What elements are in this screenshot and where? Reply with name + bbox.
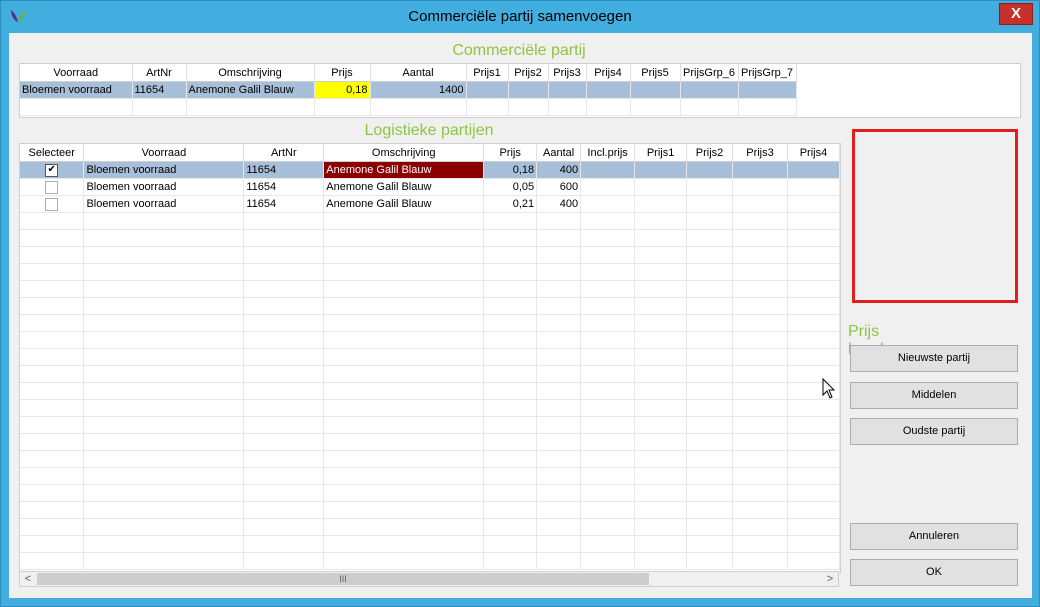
logistic-grid: Selecteer Voorraad ArtNr Omschrijving Prijs A… <box>19 143 841 573</box>
cell-omschrijving: Anemone Galil Blauw <box>323 195 485 213</box>
cancel-button[interactable]: Annuleren <box>850 523 1018 550</box>
commercial-grid: Voorraad ArtNr Omschrijving Prijs Aantal Prij… <box>19 63 1021 118</box>
cell-prijs: 0,18 <box>483 161 538 179</box>
cell-omschrijving: Anemone Galil Blauw <box>323 161 485 179</box>
logistic-row[interactable]: Bloemen voorraad 11654 Anemone Galil Blauw… <box>20 178 840 196</box>
logistic-column-header[interactable]: Aantal <box>536 144 582 162</box>
logistic-empty-row <box>20 484 840 502</box>
logistic-column-header[interactable]: Prijs <box>483 144 538 162</box>
logistic-column-header[interactable]: Prijs3 <box>732 144 788 162</box>
logistic-column-header[interactable]: Prijs4 <box>787 144 840 162</box>
scroll-left-arrow-icon[interactable]: < <box>20 572 36 586</box>
commercial-column-header[interactable]: Prijs4 <box>586 64 631 82</box>
logistic-row[interactable]: Bloemen voorraad 11654 Anemone Galil Blauw… <box>20 195 840 213</box>
commercial-column-header[interactable]: Prijs1 <box>466 64 509 82</box>
commercial-column-header[interactable]: Prijs3 <box>548 64 587 82</box>
logistic-column-header[interactable]: Voorraad <box>83 144 245 162</box>
cell-prijs: 0,21 <box>483 195 538 213</box>
commercial-column-header[interactable]: Prijs5 <box>630 64 681 82</box>
logistic-empty-row <box>20 501 840 519</box>
logistic-empty-row <box>20 212 840 230</box>
logistic-section-title: Logistieke partijen <box>364 122 494 139</box>
logistic-empty-row <box>20 399 840 417</box>
logistic-empty-row <box>20 263 840 281</box>
logistic-empty-row <box>20 331 840 349</box>
select-checkbox[interactable]: ✔ <box>45 163 59 177</box>
logistic-empty-row <box>20 416 840 434</box>
logistic-empty-row <box>20 535 840 553</box>
commercial-column-header[interactable]: Omschrijving <box>186 64 315 82</box>
logistic-column-header[interactable]: Omschrijving <box>323 144 485 162</box>
logistic-column-header[interactable]: ArtNr <box>243 144 325 162</box>
cell-aantal: 400 <box>536 161 582 179</box>
commercial-column-header[interactable]: Prijs <box>314 64 371 82</box>
logistic-empty-row <box>20 433 840 451</box>
cell-prijs[interactable]: 0,18 <box>314 81 371 99</box>
cell-voorraad: Bloemen voorraad <box>83 161 245 179</box>
cell-artnr: 11654 <box>243 195 325 213</box>
dialog-window: Commerciële partij samenvoegen X Commerc… <box>0 0 1040 607</box>
logistic-empty-row <box>20 229 840 247</box>
logistic-empty-row <box>20 297 840 315</box>
commercial-row[interactable]: Bloemen voorraad 11654 Anemone Galil Bla… <box>20 81 797 99</box>
commercial-column-header[interactable]: PrijsGrp_7 <box>738 64 797 82</box>
logistic-empty-row <box>20 348 840 366</box>
cell-voorraad: Bloemen voorraad <box>20 81 133 99</box>
cell-aantal: 400 <box>536 195 582 213</box>
logistic-empty-row <box>20 314 840 332</box>
commercial-column-header[interactable]: ArtNr <box>132 64 187 82</box>
ok-button[interactable]: OK <box>850 559 1018 586</box>
logistic-empty-row <box>20 280 840 298</box>
cell-prijs: 0,05 <box>483 178 538 196</box>
select-checkbox[interactable] <box>45 180 59 194</box>
cell-artnr: 11654 <box>132 81 187 99</box>
cell-aantal: 1400 <box>370 81 467 99</box>
logistic-column-header[interactable]: Incl.prijs <box>580 144 636 162</box>
logistic-empty-row <box>20 552 840 570</box>
commercial-column-header[interactable]: PrijsGrp_6 <box>680 64 739 82</box>
commercial-section-title: Commerciële partij <box>452 42 586 59</box>
average-button[interactable]: Middelen <box>850 382 1018 409</box>
logistic-column-header[interactable]: Selecteer <box>20 144 85 162</box>
newest-batch-button[interactable]: Nieuwste partij <box>850 345 1018 372</box>
commercial-empty-row <box>20 98 797 116</box>
logistic-empty-row <box>20 467 840 485</box>
oldest-batch-button[interactable]: Oudste partij <box>850 418 1018 445</box>
logistic-column-header[interactable]: Prijs2 <box>686 144 734 162</box>
commercial-column-header[interactable]: Aantal <box>370 64 467 82</box>
commercial-column-header[interactable]: Prijs2 <box>508 64 549 82</box>
select-checkbox[interactable] <box>45 197 59 211</box>
logistic-empty-row <box>20 365 840 383</box>
scroll-right-arrow-icon[interactable]: > <box>822 572 838 586</box>
logistic-row[interactable]: ✔ Bloemen voorraad 11654 Anemone Galil Blau… <box>20 161 840 179</box>
cell-aantal: 600 <box>536 178 582 196</box>
cell-voorraad: Bloemen voorraad <box>83 178 245 196</box>
scrollbar-thumb[interactable]: III <box>37 573 649 585</box>
highlight-frame <box>852 129 1018 303</box>
logistic-column-header[interactable]: Prijs1 <box>634 144 688 162</box>
commercial-column-header[interactable]: Voorraad <box>20 64 133 82</box>
window-title: Commerciële partij samenvoegen <box>408 8 632 25</box>
logistic-empty-row <box>20 246 840 264</box>
cell-artnr: 11654 <box>243 178 325 196</box>
title-bar[interactable]: Commerciële partij samenvoegen X <box>1 1 1039 33</box>
cell-artnr: 11654 <box>243 161 325 179</box>
logistic-empty-row <box>20 450 840 468</box>
cell-omschrijving: Anemone Galil Blauw <box>186 81 315 99</box>
logistic-empty-row <box>20 382 840 400</box>
dialog-body: Commerciële partij Voorraad ArtNr Omschrij… <box>9 33 1032 598</box>
horizontal-scrollbar[interactable]: < III > <box>19 571 839 587</box>
mouse-pointer-icon <box>822 378 836 399</box>
logistic-empty-row <box>20 518 840 536</box>
cell-omschrijving: Anemone Galil Blauw <box>323 178 485 196</box>
close-button[interactable]: X <box>999 3 1033 25</box>
cell-voorraad: Bloemen voorraad <box>83 195 245 213</box>
